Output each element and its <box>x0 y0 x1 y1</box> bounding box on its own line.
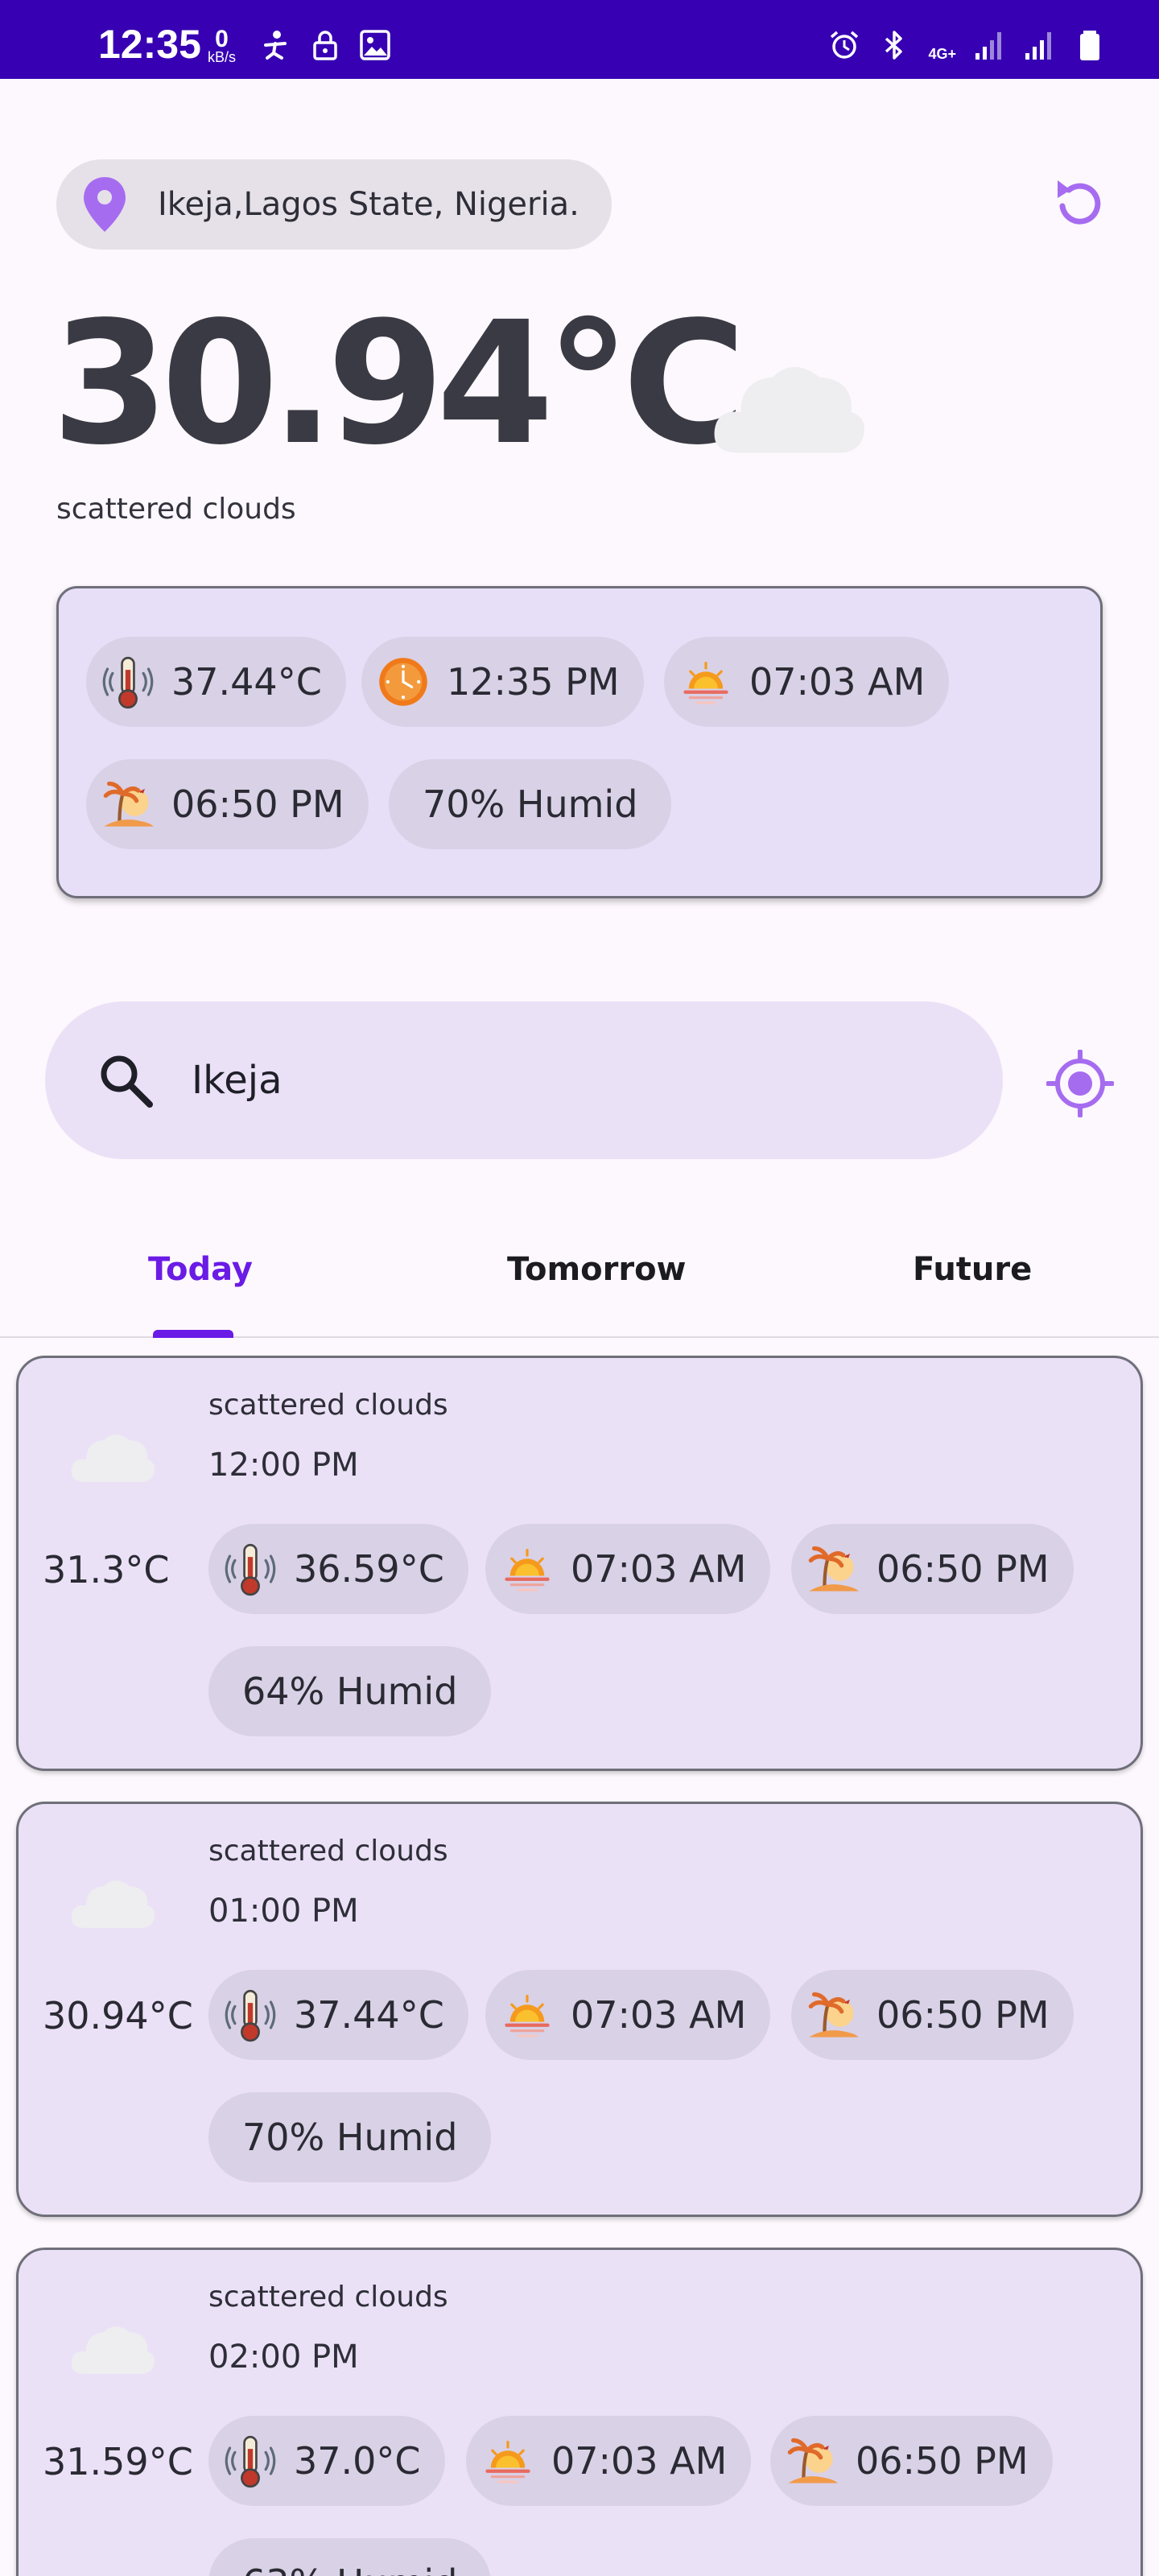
current-temperature: 30.94°C <box>52 285 746 482</box>
current-time-value: 12:35 PM <box>447 660 620 704</box>
hourly-description: scattered clouds <box>208 1835 448 1868</box>
signal-icon-1 <box>975 32 1001 60</box>
current-summary-card: 37.44°C 12:35 PM 07:03 AM 06:50 PM 70% H… <box>56 586 1103 898</box>
gps-target-icon[interactable] <box>1046 1050 1114 1117</box>
feels-like-pill: 36.59°C <box>208 1524 468 1614</box>
sunset-value: 06:50 PM <box>876 1993 1050 2037</box>
sunrise-pill: 07:03 AM <box>485 1970 771 2060</box>
hourly-time: 02:00 PM <box>208 2339 359 2376</box>
sunrise-pill: 07:03 AM <box>466 2416 752 2506</box>
location-chip[interactable]: Ikeja,Lagos State, Nigeria. <box>56 159 612 250</box>
network-type: 4G+ <box>928 46 956 62</box>
refresh-icon[interactable] <box>1046 171 1114 238</box>
hourly-card[interactable]: 31.59°C scattered clouds 02:00 PM 37.0°C… <box>16 2248 1143 2576</box>
location-text: Ikeja,Lagos State, Nigeria. <box>158 186 580 223</box>
feels-like-value: 36.59°C <box>294 1547 444 1591</box>
sunset-value: 06:50 PM <box>171 782 344 826</box>
humidity-value: 70% Humid <box>242 2116 458 2159</box>
status-icons-left <box>259 29 391 61</box>
hourly-temperature: 31.59°C <box>43 2440 193 2483</box>
hourly-time: 01:00 PM <box>208 1893 359 1930</box>
time-pill: 12:35 PM <box>361 637 644 727</box>
feels-like-pill: 37.44°C <box>208 1970 468 2060</box>
thermometer-icon <box>223 1542 278 1596</box>
hourly-temperature: 30.94°C <box>43 1994 193 2037</box>
network-speed-unit: kB/s <box>208 49 237 65</box>
sunset-island-icon <box>806 1988 860 2042</box>
hourly-description: scattered clouds <box>208 2281 448 2314</box>
bluetooth-icon <box>885 31 903 60</box>
sunrise-icon <box>500 1542 555 1596</box>
sunrise-icon <box>678 654 733 709</box>
network-speed-value: 0 <box>215 26 229 52</box>
forecast-tabs: Today Tomorrow Future <box>0 1224 1159 1338</box>
humidity-pill: 70% Humid <box>208 2092 492 2182</box>
search-icon <box>101 1055 153 1108</box>
sunrise-value: 07:03 AM <box>571 1547 747 1591</box>
accessibility-icon <box>264 31 287 60</box>
tab-indicator <box>153 1330 233 1338</box>
search-bar[interactable] <box>45 1001 1003 1159</box>
tab-future[interactable]: Future <box>913 1251 1032 1288</box>
lock-icon <box>313 31 337 60</box>
battery-icon <box>1080 31 1099 60</box>
sunset-pill: 06:50 PM <box>791 1524 1074 1614</box>
tab-tomorrow[interactable]: Tomorrow <box>507 1251 687 1288</box>
sunrise-value: 07:03 AM <box>551 2439 728 2483</box>
alarm-icon <box>831 31 859 59</box>
sunrise-value: 07:03 AM <box>571 1993 747 2037</box>
status-icons-right: 4G+ <box>828 29 1106 61</box>
humidity-pill: 64% Humid <box>208 1646 492 1736</box>
sunset-pill: 06:50 PM <box>791 1970 1074 2060</box>
sunset-island-icon <box>785 2434 839 2488</box>
sunset-pill: 06:50 PM <box>86 759 369 849</box>
sunrise-pill: 07:03 AM <box>485 1524 771 1614</box>
feels-like-pill: 37.0°C <box>208 2416 445 2506</box>
thermometer-icon <box>223 1988 278 2042</box>
status-bar: 12:35 0 kB/s 4G+ <box>0 0 1159 79</box>
feels-like-value: 37.44°C <box>294 1993 444 2037</box>
image-icon <box>360 30 390 60</box>
sunset-island-icon <box>806 1542 860 1596</box>
sunrise-icon <box>500 1988 555 2042</box>
humidity-value: 70% Humid <box>423 782 638 826</box>
humidity-value: 64% Humid <box>242 1670 458 1713</box>
search-input[interactable] <box>192 1058 916 1103</box>
sunset-island-icon <box>101 777 155 832</box>
signal-icon-2 <box>1025 32 1051 60</box>
status-time: 12:35 <box>98 22 201 67</box>
current-description: scattered clouds <box>56 493 296 526</box>
network-speed: 0 kB/s <box>208 26 237 65</box>
feels-like-pill: 37.44°C <box>86 637 346 727</box>
humidity-pill: 63% Humid <box>208 2538 492 2576</box>
location-pin-icon <box>84 177 126 232</box>
hourly-card[interactable]: 31.3°C scattered clouds 12:00 PM 36.59°C… <box>16 1356 1143 1771</box>
sunrise-pill: 07:03 AM <box>664 637 950 727</box>
feels-like-value: 37.0°C <box>294 2439 421 2483</box>
thermometer-icon <box>101 654 155 709</box>
thermometer-icon <box>223 2434 278 2488</box>
tab-today[interactable]: Today <box>148 1251 253 1288</box>
humidity-pill: 70% Humid <box>389 759 672 849</box>
cloud-icon <box>708 351 869 456</box>
clock-icon <box>376 654 431 709</box>
cloud-icon <box>68 1872 157 1930</box>
hourly-card[interactable]: 30.94°C scattered clouds 01:00 PM 37.44°… <box>16 1802 1143 2217</box>
humidity-value: 63% Humid <box>242 2562 457 2576</box>
cloud-icon <box>68 1426 157 1484</box>
sunset-value: 06:50 PM <box>856 2439 1029 2483</box>
sunrise-value: 07:03 AM <box>749 660 926 704</box>
feels-like-value: 37.44°C <box>171 660 322 704</box>
sunset-value: 06:50 PM <box>876 1547 1050 1591</box>
cloud-icon <box>68 2318 157 2376</box>
hourly-temperature: 31.3°C <box>43 1548 170 1591</box>
hourly-time: 12:00 PM <box>208 1447 359 1484</box>
sunset-pill: 06:50 PM <box>770 2416 1053 2506</box>
hourly-description: scattered clouds <box>208 1389 448 1422</box>
weather-app: 12:35 0 kB/s 4G+ Ikeja,Lagos State, Nige… <box>0 0 1159 2576</box>
sunrise-icon <box>481 2434 535 2488</box>
